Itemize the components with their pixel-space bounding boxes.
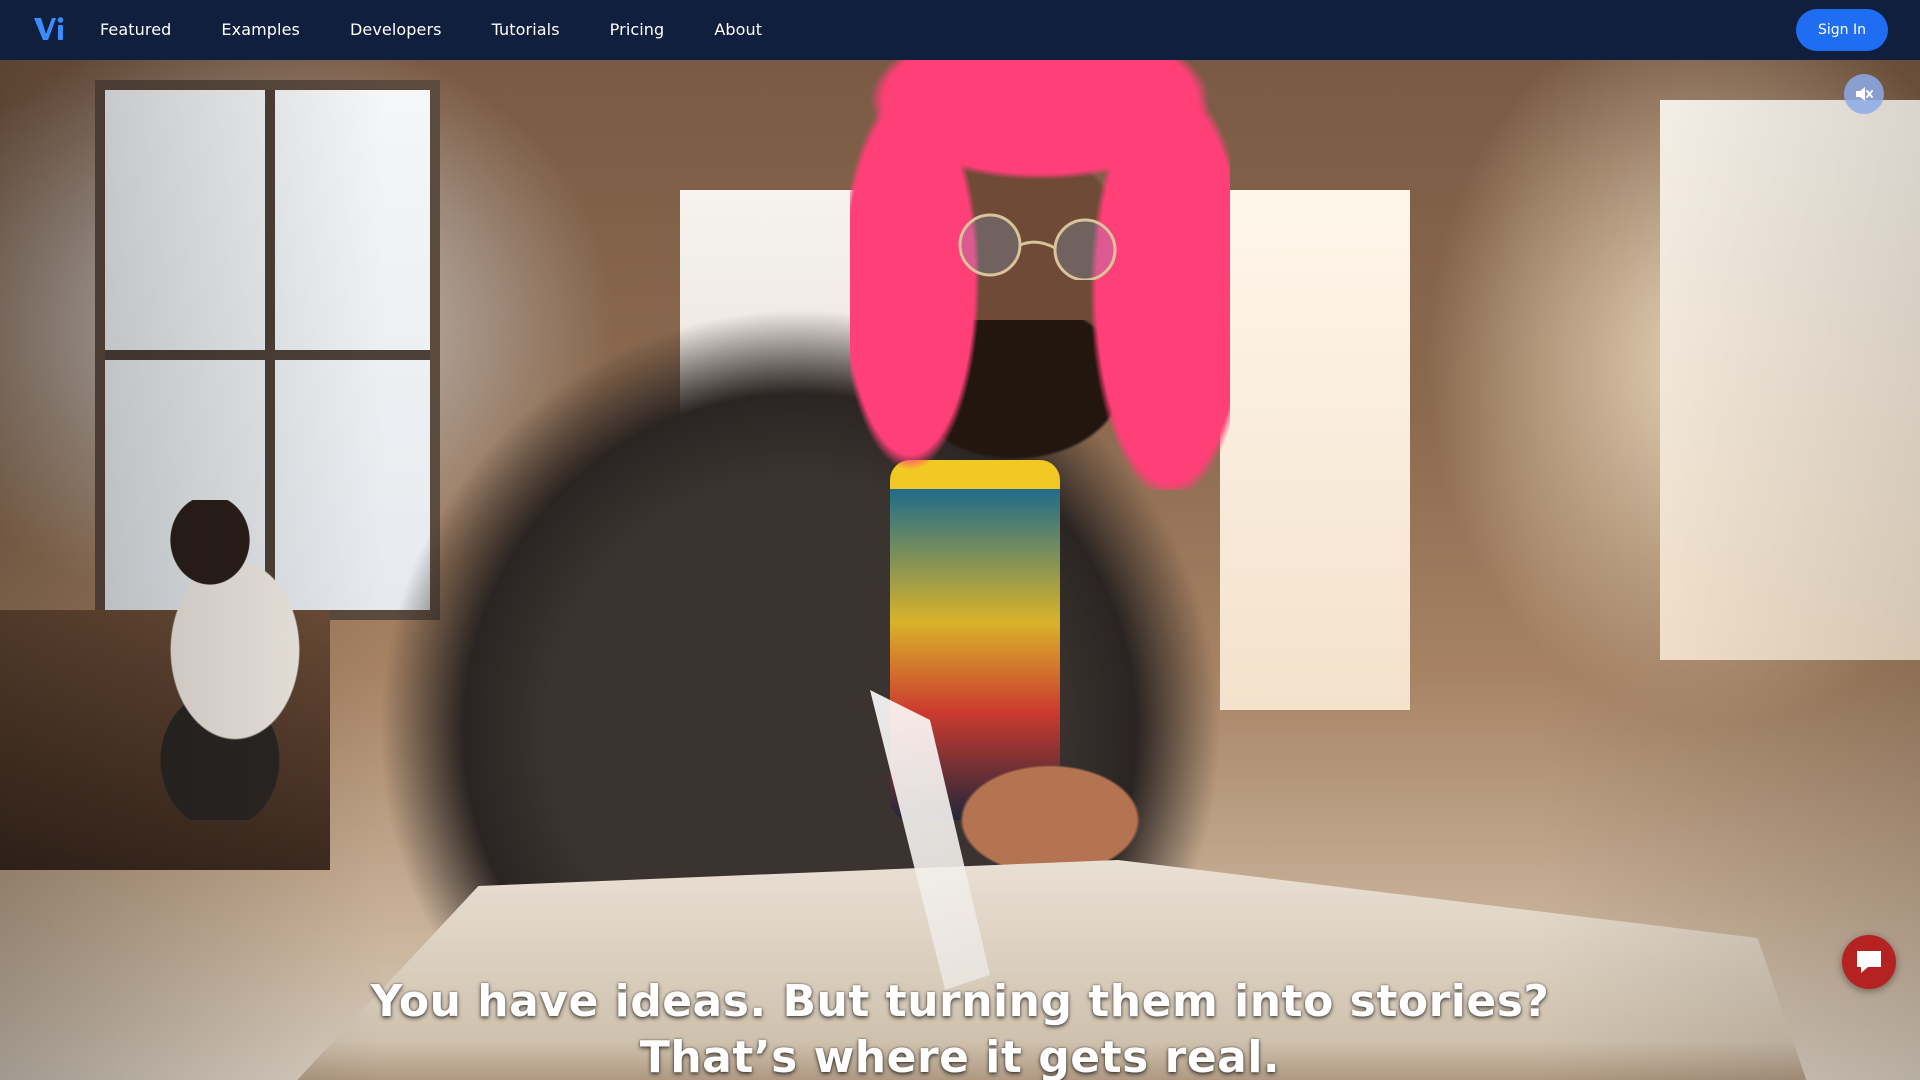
speaker-muted-icon <box>1856 87 1873 101</box>
nav-featured[interactable]: Featured <box>100 0 196 60</box>
nav-developers[interactable]: Developers <box>325 0 467 60</box>
nav-about[interactable]: About <box>689 0 787 60</box>
hero-video[interactable] <box>0 60 1920 1080</box>
top-navbar: Featured Examples Developers Tutorials P… <box>0 0 1920 60</box>
vi-logo[interactable] <box>32 14 66 44</box>
main-nav: Featured Examples Developers Tutorials P… <box>100 0 787 60</box>
nav-tutorials[interactable]: Tutorials <box>467 0 585 60</box>
chat-bubble-icon <box>1857 951 1881 973</box>
sign-in-button[interactable]: Sign In <box>1796 9 1888 51</box>
video-subtitle-line1: You have ideas. But turning them into st… <box>370 976 1550 1027</box>
nav-examples[interactable]: Examples <box>196 0 325 60</box>
video-vignette <box>0 60 1920 1080</box>
nav-pricing[interactable]: Pricing <box>585 0 690 60</box>
mute-button[interactable] <box>1844 74 1884 114</box>
video-subtitle-line2: That’s where it gets real. <box>639 1032 1281 1080</box>
chat-widget-button[interactable] <box>1842 935 1896 989</box>
